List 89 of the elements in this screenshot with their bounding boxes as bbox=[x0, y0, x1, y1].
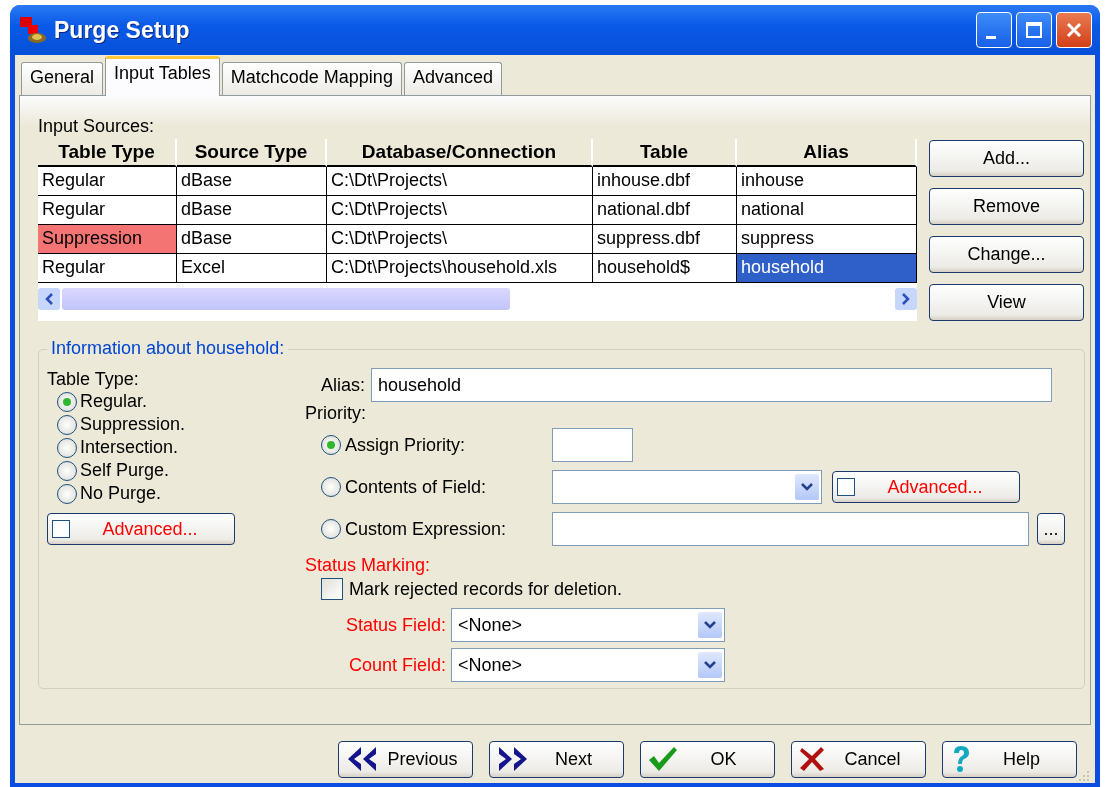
radio-label: Self Purge. bbox=[80, 460, 170, 481]
alias-field[interactable]: household bbox=[371, 368, 1052, 402]
tab[interactable]: Input Tables bbox=[105, 56, 220, 96]
table-cell[interactable]: Suppression bbox=[38, 225, 176, 253]
column-header[interactable]: Database/Connection bbox=[327, 139, 593, 167]
scroll-left-button[interactable] bbox=[38, 288, 60, 310]
checkbox-label: Mark rejected records for deletion. bbox=[349, 578, 623, 600]
tab[interactable]: General bbox=[21, 62, 104, 95]
side-button[interactable]: View bbox=[929, 284, 1084, 321]
side-button[interactable]: Remove bbox=[929, 188, 1084, 225]
table-cell[interactable]: Regular bbox=[38, 254, 176, 282]
resize-grip-icon bbox=[1077, 769, 1091, 783]
priority-field[interactable] bbox=[552, 428, 633, 462]
column-header[interactable]: Alias bbox=[737, 139, 917, 167]
radio-button[interactable] bbox=[57, 414, 77, 435]
window-title: Purge Setup bbox=[54, 16, 190, 44]
radio-label: Contents of Field: bbox=[345, 476, 487, 498]
radio-label: Custom Expression: bbox=[345, 518, 507, 540]
radio-label: Suppression. bbox=[80, 414, 186, 435]
maximize-button[interactable] bbox=[1016, 12, 1052, 48]
table-cell[interactable]: inhouse bbox=[737, 167, 916, 195]
table-type-label: Table Type: bbox=[47, 368, 140, 390]
table-cell[interactable]: inhouse.dbf bbox=[593, 167, 736, 195]
side-button[interactable]: Add... bbox=[929, 140, 1084, 177]
footer-button[interactable]: Previous bbox=[338, 740, 473, 778]
x-icon bbox=[798, 745, 826, 773]
scroll-right-button[interactable] bbox=[895, 288, 917, 310]
table-cell[interactable]: Regular bbox=[38, 167, 176, 195]
footer-button[interactable]: Help bbox=[942, 740, 1077, 778]
radio-label: Intersection. bbox=[80, 437, 179, 458]
radio-button[interactable] bbox=[321, 435, 341, 455]
table-cell[interactable]: household bbox=[737, 254, 916, 282]
radio-button[interactable] bbox=[57, 460, 77, 481]
table-cell[interactable]: dBase bbox=[177, 167, 326, 195]
minimize-icon bbox=[986, 35, 996, 39]
advanced-button[interactable]: Advanced... bbox=[47, 513, 235, 545]
table-cell[interactable]: C:\Dt\Projects\ bbox=[327, 196, 592, 224]
column-header[interactable]: Table Type bbox=[38, 139, 177, 167]
column-header[interactable]: Table bbox=[593, 139, 737, 167]
input-sources-label: Input Sources: bbox=[38, 116, 156, 137]
table-cell[interactable]: national bbox=[737, 196, 916, 224]
status-marking-label: Status Marking: bbox=[305, 554, 432, 576]
browse-button[interactable]: ... bbox=[1037, 513, 1065, 545]
footer-button[interactable]: OK bbox=[640, 740, 775, 778]
table-cell[interactable]: suppress bbox=[737, 225, 916, 253]
radio-label: Regular. bbox=[80, 391, 148, 412]
radio-button[interactable] bbox=[57, 437, 77, 458]
table-cell[interactable]: national.dbf bbox=[593, 196, 736, 224]
maximize-icon bbox=[1025, 21, 1043, 39]
field-dropdown[interactable]: <None> bbox=[451, 608, 725, 642]
radio-label: No Purge. bbox=[80, 483, 162, 504]
radio-button[interactable] bbox=[321, 519, 341, 539]
radio-button[interactable] bbox=[57, 483, 77, 504]
table-cell[interactable]: dBase bbox=[177, 196, 326, 224]
table-cell[interactable]: C:\Dt\Projects\ bbox=[327, 225, 592, 253]
checkmark-icon bbox=[647, 745, 679, 773]
table-cell[interactable]: suppress.dbf bbox=[593, 225, 736, 253]
radio-label: Assign Priority: bbox=[345, 434, 466, 456]
footer-button[interactable]: Cancel bbox=[791, 740, 926, 778]
priority-label: Priority: bbox=[305, 402, 367, 424]
close-icon bbox=[1065, 21, 1083, 39]
table-cell[interactable]: household$ bbox=[593, 254, 736, 282]
minimize-button[interactable] bbox=[976, 12, 1012, 48]
scroll-thumb[interactable] bbox=[62, 288, 510, 310]
checkbox[interactable] bbox=[837, 478, 855, 496]
footer-button[interactable]: Next bbox=[489, 740, 624, 778]
column-header[interactable]: Source Type bbox=[177, 139, 327, 167]
field-dropdown[interactable] bbox=[552, 470, 822, 504]
field-dropdown[interactable]: <None> bbox=[451, 648, 725, 682]
table-cell[interactable]: Excel bbox=[177, 254, 326, 282]
expression-field[interactable] bbox=[552, 512, 1029, 546]
alias-label: Alias: bbox=[320, 374, 365, 396]
checkbox[interactable] bbox=[321, 578, 343, 600]
table-cell[interactable]: dBase bbox=[177, 225, 326, 253]
radio-button[interactable] bbox=[321, 477, 341, 497]
table-cell[interactable]: C:\Dt\Projects\household.xls bbox=[327, 254, 592, 282]
tab[interactable]: Matchcode Mapping bbox=[221, 62, 402, 95]
tab[interactable]: Advanced bbox=[403, 62, 502, 95]
close-button[interactable] bbox=[1056, 12, 1092, 48]
horizontal-scrollbar[interactable] bbox=[38, 285, 917, 313]
radio-button[interactable] bbox=[57, 391, 77, 412]
field-label: Status Field: bbox=[344, 614, 446, 636]
advanced-button[interactable]: Advanced... bbox=[832, 471, 1020, 503]
table-cell[interactable]: Regular bbox=[38, 196, 176, 224]
app-icon bbox=[18, 15, 48, 45]
field-label: Count Field: bbox=[347, 654, 446, 676]
side-button[interactable]: Change... bbox=[929, 236, 1084, 273]
table-cell[interactable]: C:\Dt\Projects\ bbox=[327, 167, 592, 195]
checkbox[interactable] bbox=[52, 520, 70, 538]
